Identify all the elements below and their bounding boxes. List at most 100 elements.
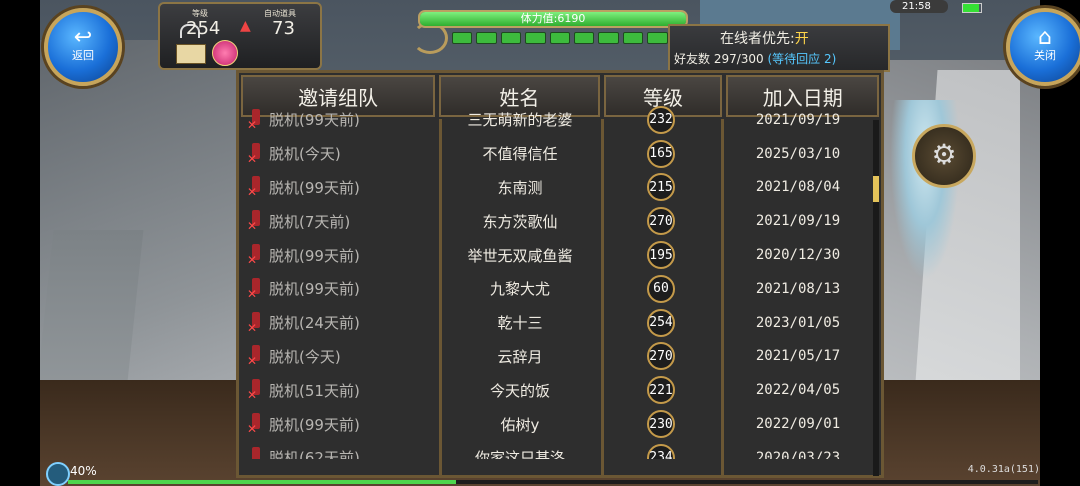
join-date: 2025/03/10	[755, 145, 841, 162]
online-priority-line: 在线者优先:开	[720, 28, 809, 48]
friend-name: 东方茨歌仙	[482, 212, 558, 231]
player-stat-panel: 等级 254 ▲ 自动道具 73	[158, 2, 322, 70]
stamina-bar: 体力值:6190	[418, 10, 688, 28]
online-priority-value: 开	[794, 31, 809, 47]
online-status: 脱机(今天)	[269, 347, 341, 366]
online-status: 脱机(99天前)	[269, 111, 360, 130]
invite-cell[interactable]: ✕ 脱机(7天前)	[243, 210, 439, 232]
progress-bar	[68, 480, 1038, 484]
home-icon: ⌂	[1038, 25, 1052, 50]
stamina-segment	[598, 32, 619, 44]
level-badge: 195	[647, 241, 675, 270]
friend-name: 东南测	[497, 178, 543, 197]
progress-percent: 40%	[70, 464, 97, 478]
join-date: 2021/08/04	[755, 179, 841, 196]
online-status: 脱机(99天前)	[269, 246, 360, 265]
close-button-label: 关闭	[1034, 49, 1056, 62]
close-button[interactable]: ⌂ 关闭	[1006, 8, 1080, 86]
level-badge: 254	[647, 308, 675, 337]
back-button[interactable]: ↩ 返回	[44, 8, 122, 86]
stamina-segment	[500, 32, 522, 44]
invite-cell[interactable]: ✕ 脱机(99天前)	[243, 277, 439, 300]
stamina-segments	[452, 32, 693, 44]
card-icon[interactable]	[176, 44, 206, 64]
level-cell: 165	[601, 139, 721, 168]
invite-cell[interactable]: ✕ 脱机(99天前)	[243, 244, 439, 266]
level-badge: 215	[647, 173, 675, 202]
friend-count-line: 好友数 297/300 (等待回应 2)	[674, 50, 836, 67]
invite-cell[interactable]: ✕ 脱机(今天)	[243, 142, 439, 165]
offline-phone-icon: ✕	[247, 108, 267, 131]
invite-cell[interactable]: ✕ 脱机(51天前)	[243, 379, 439, 401]
level-badge: 221	[647, 376, 675, 405]
gears-icon: ⚙	[931, 138, 957, 171]
pending-count: (等待回应 2)	[767, 52, 837, 66]
stamina-segment	[647, 32, 668, 44]
stamina-segment	[476, 32, 497, 44]
friend-name: 三无萌新的老婆	[467, 111, 573, 130]
level-cell: 60	[601, 274, 721, 303]
stamina-segment	[574, 32, 595, 44]
battery-icon	[962, 3, 982, 13]
join-date: 2021/05/17	[755, 348, 841, 365]
online-priority-box[interactable]: 在线者优先:开 好友数 297/300 (等待回应 2)	[668, 24, 890, 72]
friend-row[interactable]: ✕ 脱机(今天) 云辞月 270 2021/05/17	[243, 340, 875, 374]
invite-cell[interactable]: ✕ 脱机(今天)	[243, 345, 439, 367]
friend-row[interactable]: ✕ 脱机(7天前) 东方茨歌仙 270 2021/09/19	[243, 204, 875, 238]
friend-name: 云辞月	[497, 347, 543, 366]
friend-row[interactable]: ✕ 脱机(99天前) 佑树y 230 2022/09/01	[243, 407, 875, 441]
online-status: 脱机(51天前)	[269, 381, 360, 400]
scrollbar-thumb[interactable]	[873, 176, 879, 202]
gift-icon[interactable]	[212, 40, 238, 66]
online-priority-label: 在线者优先:	[720, 31, 795, 47]
bottom-status-bar: 40% 4.0.31a(151)	[40, 456, 1040, 486]
invite-cell[interactable]: ✕ 脱机(99天前)	[243, 108, 439, 131]
friend-list-panel: 邀请组队 姓名 等级 加入日期 ✕ 脱机(99天前) 三无萌新的老婆 232 2021/…	[236, 70, 884, 478]
online-status: 脱机(24天前)	[269, 314, 360, 333]
clock: 21:58	[890, 0, 948, 13]
offline-phone-icon: ✕	[247, 210, 267, 232]
join-date: 2022/04/05	[755, 382, 841, 399]
join-date: 2021/08/13	[755, 280, 841, 297]
back-button-label: 返回	[72, 49, 94, 62]
join-date: 2022/09/01	[755, 416, 841, 433]
battery-level	[963, 4, 980, 12]
level-badge: 270	[647, 207, 675, 236]
friend-row[interactable]: ✕ 脱机(99天前) 九黎大尤 60 2021/08/13	[243, 272, 875, 306]
level-cell: 270	[601, 207, 721, 236]
friend-row[interactable]: ✕ 脱机(24天前) 乾十三 254 2023/01/05	[243, 306, 875, 340]
device-status: 21:58	[890, 0, 990, 14]
offline-phone-icon: ✕	[247, 142, 267, 165]
stamina-segment	[452, 32, 473, 44]
level-cell: 215	[601, 173, 721, 202]
friend-row[interactable]: ✕ 脱机(99天前) 东南测 215 2021/08/04	[243, 171, 875, 205]
screen-edge-left	[0, 0, 40, 486]
back-arrow-icon: ↩	[73, 25, 93, 50]
friend-row[interactable]: ✕ 脱机(51天前) 今天的饭 221 2022/04/05	[243, 373, 875, 407]
stamina-segment	[622, 32, 644, 44]
stamina-segment	[525, 32, 546, 44]
level-badge: 165	[647, 139, 675, 168]
settings-button[interactable]: ⚙	[912, 124, 976, 188]
level-badge: 60	[647, 274, 675, 303]
friend-rows[interactable]: ✕ 脱机(99天前) 三无萌新的老婆 232 2021/09/19 ✕ 脱机(今天) 不值得信…	[243, 103, 875, 459]
join-date: 2020/12/30	[755, 247, 841, 264]
list-scrollbar[interactable]	[873, 120, 879, 476]
offline-phone-icon: ✕	[247, 345, 267, 367]
stamina-segment	[549, 32, 571, 44]
invite-cell[interactable]: ✕ 脱机(99天前)	[243, 176, 439, 198]
friend-row[interactable]: ✕ 脱机(99天前) 三无萌新的老婆 232 2021/09/19	[243, 103, 875, 137]
offline-phone-icon: ✕	[247, 277, 267, 300]
invite-cell[interactable]: ✕ 脱机(24天前)	[243, 311, 439, 334]
friend-name: 今天的饭	[489, 381, 550, 400]
friend-name: 举世无双咸鱼酱	[467, 246, 573, 265]
loading-icon	[46, 462, 70, 486]
friend-row[interactable]: ✕ 脱机(今天) 不值得信任 165 2025/03/10	[243, 137, 875, 171]
stamina-text: 体力值:6190	[520, 12, 586, 25]
friend-row[interactable]: ✕ 脱机(99天前) 举世无双咸鱼酱 195 2020/12/30	[243, 238, 875, 272]
invite-cell[interactable]: ✕ 脱机(99天前)	[243, 413, 439, 435]
offline-phone-icon: ✕	[247, 244, 267, 266]
level-cell: 230	[601, 410, 721, 439]
online-status: 脱机(99天前)	[269, 415, 360, 434]
offline-phone-icon: ✕	[247, 311, 267, 334]
